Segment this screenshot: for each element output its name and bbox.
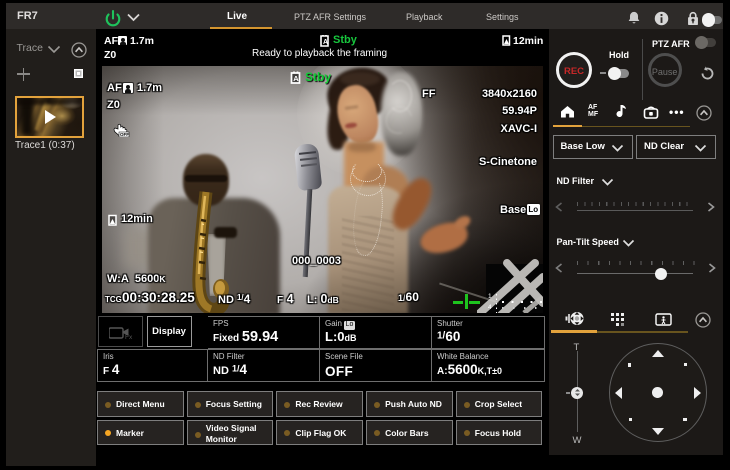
- svg-text:OFF: OFF: [120, 132, 129, 137]
- svg-text:A: A: [293, 74, 299, 83]
- svg-text:A: A: [323, 39, 328, 46]
- svg-text:Fx: Fx: [125, 334, 133, 340]
